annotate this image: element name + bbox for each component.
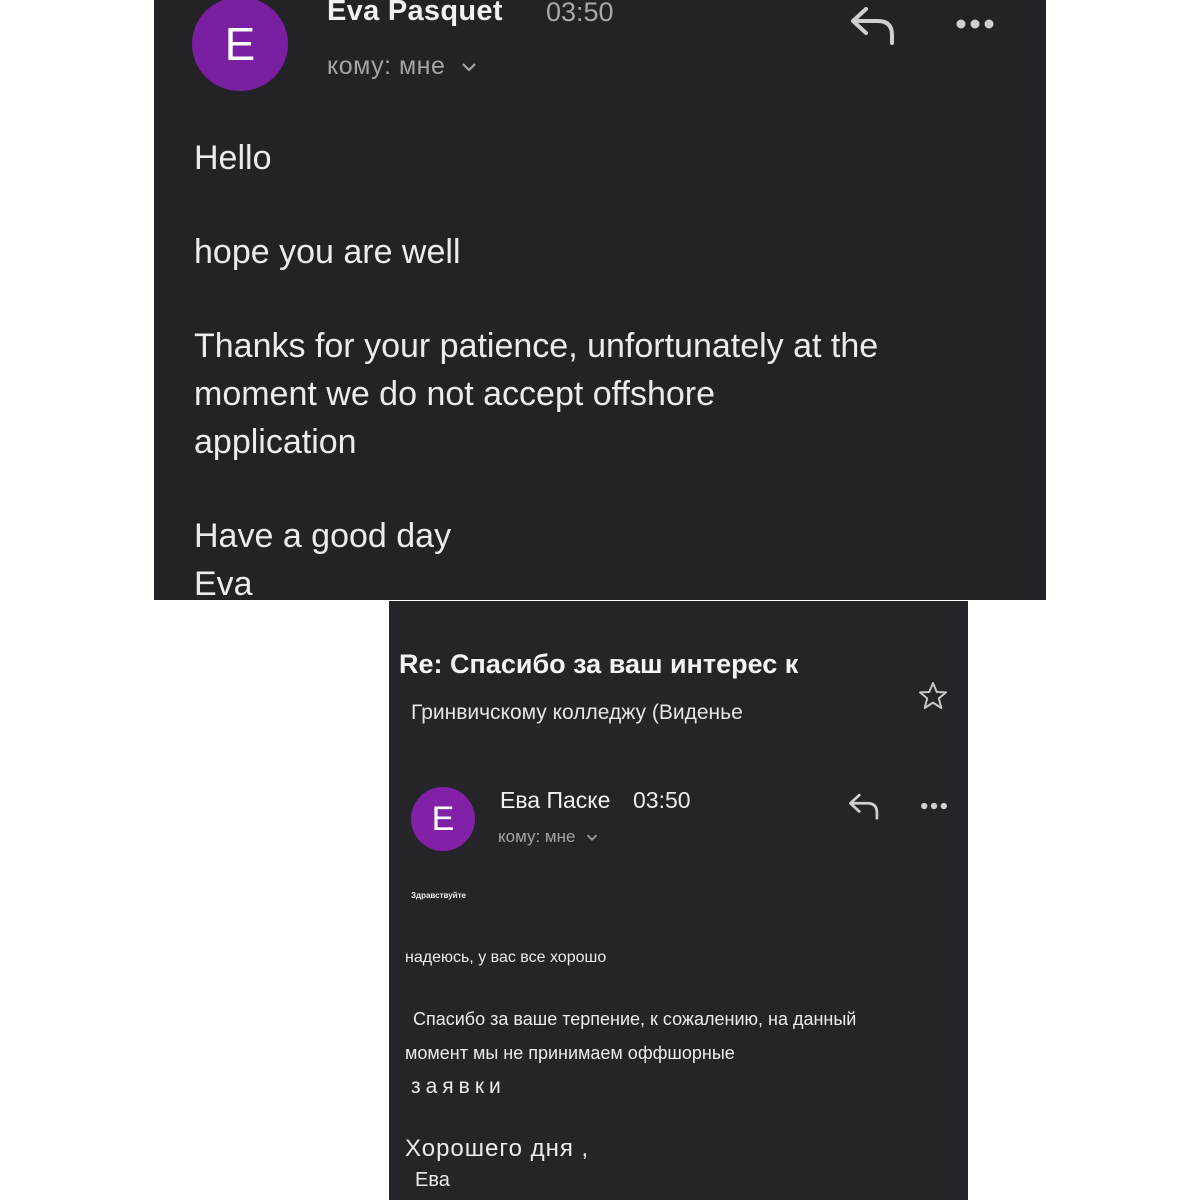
email-time: 03:50: [633, 787, 691, 813]
email-body-signoff: Have a good day Eva: [194, 517, 452, 600]
recipient-toggle[interactable]: кому: мне: [498, 827, 598, 847]
sender-name[interactable]: Eva Pasquet: [327, 0, 503, 28]
email-subject: Re: Спасибо за ваш интерес к: [399, 649, 799, 679]
reply-icon[interactable]: [847, 791, 881, 821]
email-body-greeting: Hello: [194, 139, 272, 177]
avatar-initial: E: [431, 799, 455, 838]
email-body-line: момент мы не принимаем оффшорные: [405, 1043, 735, 1063]
email-body-message: Thanks for your patience, unfortunately …: [194, 327, 879, 461]
email-view-russian: Re: Спасибо за ваш интерес к Гринвичском…: [389, 601, 968, 1200]
avatar-initial: E: [224, 18, 256, 70]
more-options-icon[interactable]: [954, 14, 996, 34]
more-options-icon[interactable]: [919, 799, 949, 813]
email-body-line: hope you are well: [194, 233, 461, 271]
star-icon[interactable]: [918, 681, 948, 711]
email-view-english: E Eva Pasquet 03:50 кому: мне Hello hope…: [154, 0, 1046, 600]
sender-name[interactable]: Ева Паске: [500, 787, 610, 814]
email-body-line: Спасибо за ваше терпение, к сожалению, н…: [413, 1009, 857, 1029]
email-body-greeting: Здравствуйте: [411, 891, 466, 900]
recipient-toggle[interactable]: кому: мне: [327, 52, 477, 81]
recipient-label: кому: мне: [498, 827, 576, 846]
chevron-down-icon: [462, 63, 476, 72]
recipient-label: кому: мне: [327, 52, 446, 80]
email-body-signature: Ева: [415, 1169, 450, 1191]
email-subject-continued: Гринвичскому колледжу (Виденье: [411, 701, 743, 724]
chevron-down-icon: [587, 834, 598, 841]
email-body-line: надеюсь, у вас все хорошо: [405, 949, 607, 966]
reply-icon[interactable]: [848, 3, 898, 47]
email-body-signoff: Хорошего дня ,: [405, 1135, 590, 1162]
sender-avatar[interactable]: E: [192, 0, 288, 91]
sender-avatar[interactable]: E: [411, 787, 475, 851]
email-body-line: заявки: [411, 1075, 506, 1098]
email-time: 03:50: [546, 0, 614, 27]
